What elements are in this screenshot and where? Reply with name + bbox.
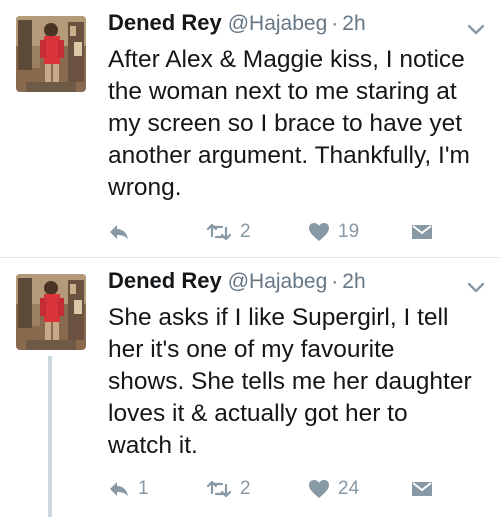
like-count: 24 bbox=[338, 478, 360, 499]
like-count: 19 bbox=[338, 221, 360, 242]
retweet-icon bbox=[206, 223, 232, 241]
user-handle[interactable]: @Hajabeg bbox=[228, 270, 328, 294]
reply-icon bbox=[110, 482, 128, 496]
reply-button[interactable]: 1 bbox=[108, 474, 149, 504]
caret-down-icon[interactable] bbox=[466, 22, 486, 36]
retweet-button[interactable]: 2 bbox=[206, 474, 251, 504]
timestamp[interactable]: 2h bbox=[342, 270, 365, 294]
tweet-header: Dened Rey @Hajabeg · 2h bbox=[108, 268, 366, 302]
separator: · bbox=[331, 270, 339, 293]
avatar[interactable] bbox=[16, 274, 86, 350]
like-icon bbox=[309, 480, 329, 498]
tweet-text-line: her it's one of my favourite bbox=[108, 336, 395, 363]
tweet-text-line: my screen so I brace to have yet bbox=[108, 110, 463, 137]
thread-line bbox=[48, 356, 52, 517]
tweet-text: After Alex & Maggie kiss, I notice the w… bbox=[108, 44, 488, 204]
tweet-text-line: She asks if I like Supergirl, I tell bbox=[108, 304, 449, 331]
caret-down-icon[interactable] bbox=[466, 280, 486, 294]
tweet-text-line: watch it. bbox=[108, 432, 198, 459]
tweet-actions: 1 2 24 bbox=[108, 474, 438, 504]
timestamp[interactable]: 2h bbox=[342, 12, 365, 36]
avatar[interactable] bbox=[16, 16, 86, 92]
retweet-button[interactable]: 2 bbox=[206, 217, 251, 247]
retweet-count: 2 bbox=[240, 221, 251, 242]
tweet-text-line: After Alex & Maggie kiss, I notice bbox=[108, 46, 465, 73]
tweet-header: Dened Rey @Hajabeg · 2h bbox=[108, 10, 366, 44]
tweet-text-line: loves it & actually got her to bbox=[108, 400, 408, 427]
tweet-text-line: another argument. Thankfully, I'm bbox=[108, 142, 470, 169]
separator: · bbox=[331, 12, 339, 35]
reply-button[interactable] bbox=[108, 217, 138, 247]
like-button[interactable]: 19 bbox=[308, 217, 359, 247]
like-button[interactable]: 24 bbox=[308, 474, 359, 504]
display-name[interactable]: Dened Rey bbox=[108, 268, 222, 294]
reply-icon bbox=[110, 225, 128, 239]
tweet-text: She asks if I like Supergirl, I tell her… bbox=[108, 302, 488, 462]
tweet-text-line: shows. She tells me her daughter bbox=[108, 368, 472, 395]
retweet-count: 2 bbox=[240, 478, 251, 499]
reply-count: 1 bbox=[138, 478, 149, 499]
direct-message-button[interactable] bbox=[411, 474, 433, 504]
direct-message-icon bbox=[412, 482, 432, 496]
direct-message-icon bbox=[412, 225, 432, 239]
display-name[interactable]: Dened Rey bbox=[108, 10, 222, 36]
tweet[interactable]: Dened Rey @Hajabeg · 2h After Alex & Mag… bbox=[0, 0, 500, 258]
direct-message-button[interactable] bbox=[411, 217, 433, 247]
tweet-text-line: the woman next to me staring at bbox=[108, 78, 457, 105]
tweet-text-line: wrong. bbox=[108, 174, 182, 201]
tweet-actions: 2 19 bbox=[108, 217, 438, 247]
like-icon bbox=[309, 223, 329, 241]
user-handle[interactable]: @Hajabeg bbox=[228, 12, 328, 36]
tweet[interactable]: Dened Rey @Hajabeg · 2h She asks if I li… bbox=[0, 258, 500, 517]
retweet-icon bbox=[206, 480, 232, 498]
